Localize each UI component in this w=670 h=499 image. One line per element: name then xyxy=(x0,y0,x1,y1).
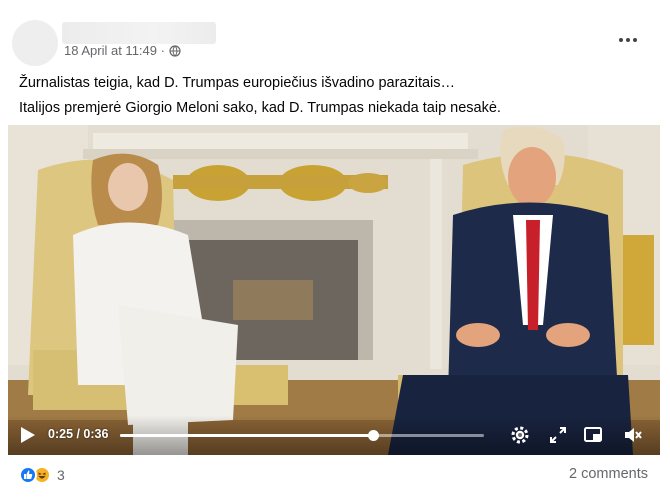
settings-icon[interactable] xyxy=(510,425,530,445)
video-player[interactable]: 0:25 / 0:36 xyxy=(8,125,660,455)
like-icon xyxy=(19,466,37,484)
avatar[interactable] xyxy=(12,20,58,66)
video-progress-bar[interactable] xyxy=(120,430,484,441)
post-meta: 18 April at 11:49 · xyxy=(64,43,181,58)
video-frame xyxy=(8,125,660,455)
reaction-count: 3 xyxy=(57,467,65,483)
comments-link[interactable]: 2 comments xyxy=(569,466,648,482)
post-text-line-2: Italijos premjerė Giorgio Meloni sako, k… xyxy=(19,100,501,116)
mute-icon[interactable] xyxy=(623,425,643,445)
reactions-summary[interactable]: 3 xyxy=(19,464,65,486)
more-horizontal-icon[interactable] xyxy=(614,30,642,50)
post-timestamp[interactable]: 18 April at 11:49 · xyxy=(64,43,165,58)
video-progress-fill xyxy=(120,434,373,437)
fullscreen-icon[interactable] xyxy=(548,425,568,445)
globe-icon xyxy=(169,44,181,57)
author-name-redacted[interactable] xyxy=(62,22,216,44)
post-text-line-1: Žurnalistas teigia, kad D. Trumpas europ… xyxy=(19,75,456,91)
play-icon[interactable] xyxy=(20,426,36,444)
video-time: 0:25 / 0:36 xyxy=(48,427,109,441)
video-progress-knob[interactable] xyxy=(367,430,379,441)
picture-in-picture-icon[interactable] xyxy=(583,425,603,445)
post-text: Žurnalistas teigia, kad D. Trumpas europ… xyxy=(19,71,501,121)
video-controls: 0:25 / 0:36 xyxy=(8,415,660,455)
post-header: 18 April at 11:49 · xyxy=(0,0,670,70)
